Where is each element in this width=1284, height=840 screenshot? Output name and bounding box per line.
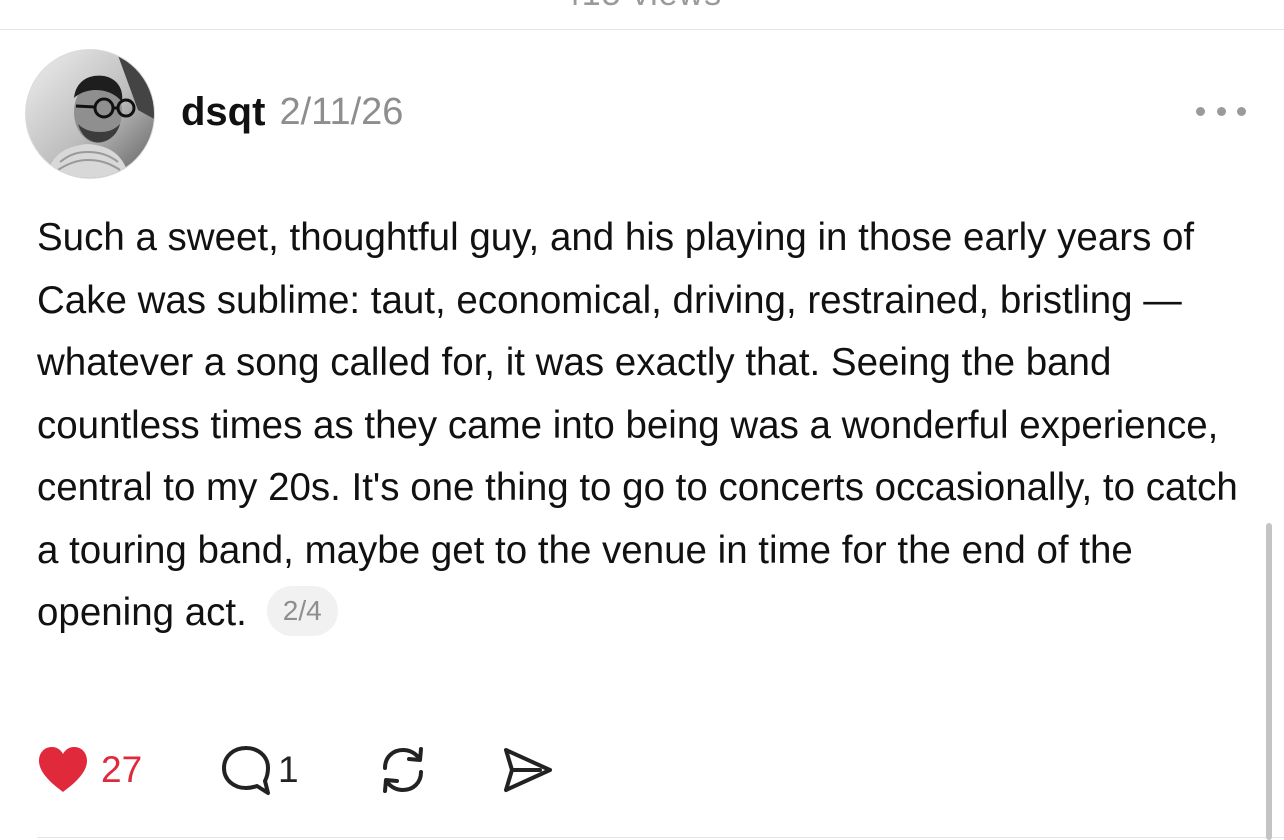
heart-icon <box>39 747 87 792</box>
views-count: 415 views <box>0 0 1284 11</box>
more-horizontal-icon <box>1237 106 1246 116</box>
thread-position-badge: 2/4 <box>266 585 338 636</box>
more-horizontal-icon <box>1196 106 1205 116</box>
divider <box>37 837 1284 838</box>
repost-icon <box>383 747 423 793</box>
repost-button[interactable] <box>377 742 429 798</box>
post-text: Such a sweet, thoughtful guy, and his pl… <box>37 216 1238 634</box>
avatar-image <box>26 50 154 178</box>
speech-bubble-icon <box>222 746 270 795</box>
like-button[interactable]: 27 <box>37 742 142 798</box>
more-options-button[interactable] <box>1196 100 1246 122</box>
post-header: dsqt 2/11/26 <box>181 86 403 138</box>
more-horizontal-icon <box>1216 106 1226 116</box>
post-body: Such a sweet, thoughtful guy, and his pl… <box>37 207 1252 645</box>
scrollbar[interactable] <box>1266 523 1272 840</box>
post-date: 2/11/26 <box>279 90 404 133</box>
author-name[interactable]: dsqt <box>181 90 265 135</box>
avatar[interactable] <box>25 49 155 179</box>
send-icon <box>504 748 552 792</box>
reply-button[interactable]: 1 <box>220 742 299 798</box>
divider <box>0 29 1284 30</box>
share-button[interactable] <box>500 742 554 798</box>
like-count: 27 <box>101 749 143 790</box>
reply-count: 1 <box>278 749 299 790</box>
